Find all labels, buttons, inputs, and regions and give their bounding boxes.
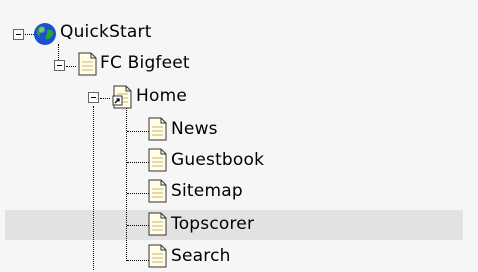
globe-icon bbox=[34, 23, 56, 45]
node-label: Topscorer bbox=[171, 214, 255, 234]
tree-node-home[interactable]: Home bbox=[0, 82, 220, 112]
node-label: News bbox=[171, 119, 218, 139]
collapse-toggle[interactable] bbox=[54, 60, 65, 71]
tree-node-quickstart[interactable]: QuickStart bbox=[0, 19, 200, 49]
tree-node-guestbook[interactable]: Guestbook bbox=[0, 146, 300, 176]
page-icon bbox=[148, 179, 167, 203]
node-label: Guestbook bbox=[171, 150, 265, 170]
page-tree: QuickStart FC Bigfeet Home News Guestboo… bbox=[0, 0, 478, 270]
collapse-toggle[interactable] bbox=[88, 92, 99, 103]
page-icon bbox=[148, 117, 167, 141]
page-icon bbox=[148, 148, 167, 172]
tree-node-news[interactable]: News bbox=[0, 115, 300, 145]
node-label: Home bbox=[136, 86, 188, 106]
page-icon bbox=[148, 244, 167, 268]
node-label: QuickStart bbox=[60, 22, 152, 42]
page-icon bbox=[78, 52, 97, 76]
node-label: Search bbox=[171, 246, 231, 266]
node-label: FC Bigfeet bbox=[100, 53, 190, 73]
tree-node-fc-bigfeet[interactable]: FC Bigfeet bbox=[0, 50, 220, 80]
tree-node-topscorer[interactable]: Topscorer bbox=[0, 210, 300, 240]
page-icon bbox=[148, 212, 167, 236]
tree-node-sitemap[interactable]: Sitemap bbox=[0, 177, 300, 207]
node-label: Sitemap bbox=[171, 181, 243, 201]
shortcut-page-icon bbox=[112, 85, 132, 109]
collapse-toggle[interactable] bbox=[13, 29, 24, 40]
tree-node-search[interactable]: Search bbox=[0, 242, 300, 272]
